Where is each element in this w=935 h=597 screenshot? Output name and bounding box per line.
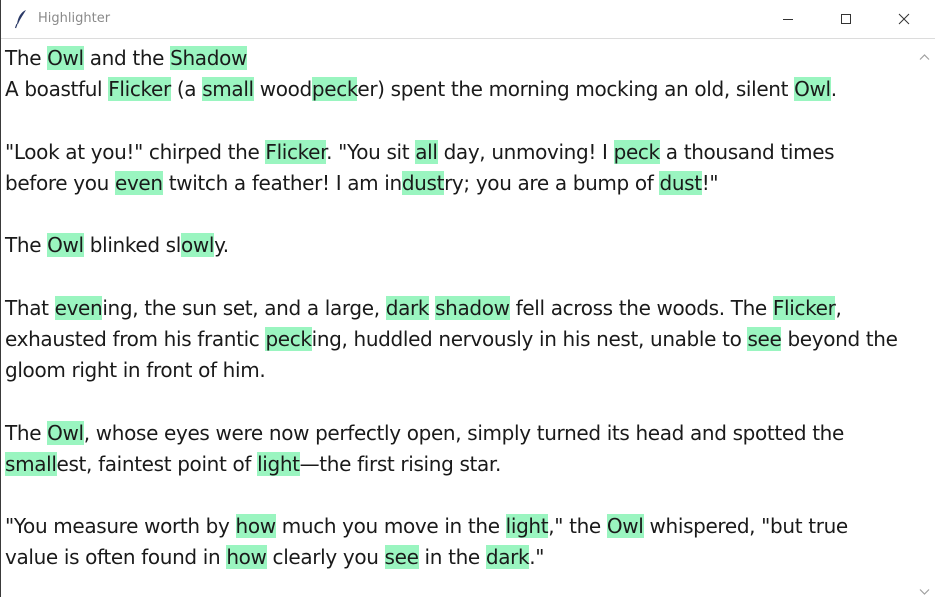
minimize-button[interactable]: [765, 0, 811, 39]
text-line: before you even twitch a feather! I am i…: [5, 168, 719, 199]
highlighted-word: see: [384, 545, 419, 569]
text-segment: clearly you: [266, 545, 385, 569]
text-segment: , whose eyes were now perfectly open, si…: [83, 421, 845, 445]
highlighted-word: shadow: [435, 296, 510, 320]
text-segment: est, faintest point of: [56, 452, 258, 476]
highlighted-word: small: [5, 452, 57, 476]
feather-icon: [13, 9, 29, 29]
text-segment: er) spent the morning mocking an old, si…: [357, 77, 795, 101]
text-line: exhausted from his frantic pecking, hudd…: [5, 324, 898, 355]
maximize-button[interactable]: [823, 0, 869, 39]
highlighted-word: Owl: [47, 421, 84, 445]
text-segment: The: [5, 421, 48, 445]
text-segment: beyond the: [781, 327, 898, 351]
text-segment: ,: [835, 296, 842, 320]
close-button[interactable]: [881, 0, 927, 39]
highlighted-word: light: [505, 514, 549, 538]
highlighted-word: Flicker: [108, 77, 171, 101]
highlighted-word: Owl: [47, 233, 84, 257]
text-segment: y.: [214, 233, 229, 257]
scroll-down-icon[interactable]: [919, 581, 930, 595]
text-segment: . "You sit: [326, 140, 416, 164]
highlighted-word: owl: [180, 233, 215, 257]
highlighted-word: Flicker: [772, 296, 836, 320]
highlighted-word: peck: [613, 140, 660, 164]
highlighted-word: see: [747, 327, 782, 351]
text-line: gloom right in front of him.: [5, 355, 266, 386]
highlighted-word: even: [114, 171, 163, 195]
highlighted-word: peck: [311, 77, 358, 101]
highlighted-word: peck: [265, 327, 312, 351]
highlighted-word: Owl: [47, 46, 84, 70]
text-segment: twitch a feather! I am in: [162, 171, 402, 195]
highlighted-word: Owl: [606, 514, 644, 538]
window-title: Highlighter: [38, 11, 111, 26]
highlighted-word: dust: [659, 171, 702, 195]
text-line: value is often found in how clearly you …: [5, 542, 544, 573]
maximize-icon: [840, 10, 852, 29]
minimize-icon: [782, 10, 794, 29]
text-segment: exhausted from his frantic: [5, 327, 266, 351]
text-segment: (a: [170, 77, 203, 101]
highlighted-word: all: [415, 140, 438, 164]
text-segment: whispered, "but true: [643, 514, 849, 538]
highlighted-word: even: [54, 296, 103, 320]
close-icon: [898, 10, 910, 29]
text-segment: A boastful: [5, 77, 109, 101]
text-editor[interactable]: The Owl and the Shadow A boastful Flicker…: [1, 40, 914, 597]
highlighted-word: dust: [401, 171, 445, 195]
text-line: The Owl, whose eyes were now perfectly o…: [5, 418, 844, 449]
text-segment: in the: [418, 545, 486, 569]
text-segment: gloom right in front of him.: [5, 358, 266, 382]
text-segment: ing, huddled nervously in his nest, unab…: [311, 327, 748, 351]
scroll-up-icon[interactable]: [919, 46, 930, 60]
highlighted-word: small: [202, 77, 254, 101]
highlighted-word: how: [235, 514, 276, 538]
text-segment: ," the: [548, 514, 607, 538]
text-line: "Look at you!" chirped the Flicker. "You…: [5, 137, 835, 168]
text-segment: The: [5, 46, 48, 70]
text-segment: That: [5, 296, 55, 320]
text-segment: wood: [253, 77, 312, 101]
highlighted-word: Owl: [794, 77, 831, 101]
app-window: Highlighter The Owl and the Shadow A boas…: [0, 0, 935, 597]
text-segment: and the: [83, 46, 171, 70]
text-line: The Owl blinked slowly.: [5, 230, 229, 261]
text-segment: ry; you are a bump of: [444, 171, 660, 195]
text-segment: .": [529, 545, 545, 569]
highlighted-word: how: [226, 545, 267, 569]
highlighted-word: dark: [385, 296, 430, 320]
text-segment: much you move in the: [275, 514, 506, 538]
text-line: A boastful Flicker (a small woodpecker) …: [5, 74, 837, 105]
highlighted-word: Flicker: [265, 140, 327, 164]
text-segment: ing, the sun set, and a large,: [102, 296, 386, 320]
text-segment: fell across the woods. The: [509, 296, 773, 320]
text-segment: a thousand times: [659, 140, 835, 164]
text-line: That evening, the sun set, and a large, …: [5, 293, 842, 324]
text-segment: The: [5, 233, 48, 257]
highlighted-word: Shadow: [170, 46, 247, 70]
text-segment: "Look at you!" chirped the: [5, 140, 266, 164]
highlighted-word: dark: [485, 545, 530, 569]
text-line: The Owl and the Shadow: [5, 43, 247, 74]
highlighted-word: light: [257, 452, 300, 476]
text-segment: "You measure worth by: [5, 514, 236, 538]
text-segment: blinked sl: [83, 233, 182, 257]
text-line: "You measure worth by how much you move …: [5, 511, 848, 542]
text-segment: !": [701, 171, 719, 195]
vertical-scrollbar[interactable]: [914, 40, 935, 597]
text-segment: .: [830, 77, 837, 101]
text-segment: —the first rising star.: [299, 452, 502, 476]
text-segment: day, unmoving! I: [437, 140, 614, 164]
text-line: smallest, faintest point of light—the fi…: [5, 449, 501, 480]
title-bar[interactable]: Highlighter: [1, 0, 935, 39]
text-segment: before you: [5, 171, 115, 195]
text-segment: value is often found in: [5, 545, 227, 569]
